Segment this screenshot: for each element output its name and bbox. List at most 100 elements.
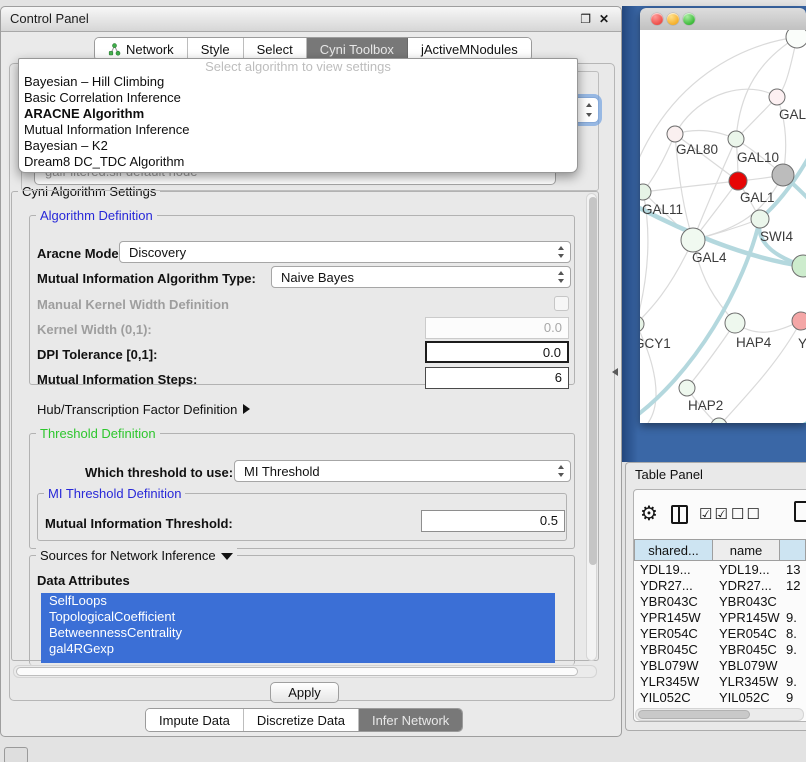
node-gal[interactable] (769, 89, 785, 105)
attribute-item-selfloops[interactable]: SelfLoops (41, 593, 555, 609)
table-cell: YBR045C (713, 642, 780, 658)
kernel-width-field[interactable]: 0.0 (425, 317, 569, 339)
scrollbar-thumb[interactable] (638, 710, 750, 719)
stepper-up-icon (586, 103, 592, 107)
scrollbar-thumb[interactable] (16, 667, 578, 676)
minimize-traffic-light-icon[interactable] (667, 13, 679, 25)
manual-kernel-width-label: Manual Kernel Width Definition (37, 297, 229, 312)
algorithm-option-basic-correlation-inference[interactable]: Basic Correlation Inference (19, 90, 577, 106)
table-cell: YIL052C (713, 690, 780, 706)
unchecked-pair-icon[interactable]: ☐☐ (731, 505, 762, 523)
table-row[interactable]: YDL19...YDL19...13 (634, 562, 806, 578)
table-rows: YDL19...YDL19...13YDR27...YDR27...12YBR0… (634, 562, 806, 707)
settings-vertical-scrollbar[interactable] (586, 193, 597, 661)
table-row[interactable]: YLR345WYLR345W9. (634, 674, 806, 690)
table-row[interactable]: YBL079WYBL079W (634, 658, 806, 674)
tab-infer-network[interactable]: Infer Network (359, 709, 462, 731)
node-gal11[interactable] (640, 184, 651, 200)
node-gray-hub[interactable] (772, 164, 794, 186)
network-edge (675, 89, 777, 134)
columns-view-icon[interactable] (671, 505, 688, 524)
close-traffic-light-icon[interactable] (651, 13, 663, 25)
screen: Control Panel ❐ ✕ NetworkStyleSelectCyni… (0, 0, 806, 762)
mi-threshold-field[interactable]: 0.5 (421, 510, 565, 532)
table-cell: YBR045C (634, 642, 713, 658)
dpi-tolerance-field[interactable]: 0.0 (425, 341, 569, 363)
node-gal1[interactable] (729, 172, 747, 190)
algorithm-option-dream8-dc-tdc-algorithm[interactable]: Dream8 DC_TDC Algorithm (19, 154, 577, 170)
tab-jactivemnodules[interactable]: jActiveMNodules (408, 38, 531, 60)
column-header-col2[interactable] (780, 539, 806, 561)
algorithm-option-bayesian-hill-climbing[interactable]: Bayesian – Hill Climbing (19, 74, 577, 90)
algorithm-option-bayesian-k2[interactable]: Bayesian – K2 (19, 138, 577, 154)
column-header-shared[interactable]: shared... (634, 539, 713, 561)
algorithm-option-mutual-information-inference[interactable]: Mutual Information Inference (19, 122, 577, 138)
aracne-mode-combo[interactable]: Discovery (119, 241, 571, 263)
sources-legend[interactable]: Sources for Network Inference (36, 548, 237, 563)
network-canvas[interactable]: GALGAL80GAL10GAL1GAL11SWI4GAL4GCY1HAP4YH… (640, 30, 806, 423)
apply-button[interactable]: Apply (270, 682, 339, 703)
mi-threshold-legend: MI Threshold Definition (44, 486, 185, 501)
attribute-item-gal4rgexp[interactable]: gal4RGexp (41, 641, 555, 657)
checked-pair-icon[interactable]: ☑☑ (699, 505, 730, 523)
aracne-mode-label: Aracne Mode: (37, 246, 123, 261)
node-label-hap2: HAP2 (688, 398, 723, 413)
tab-cyni-toolbox[interactable]: Cyni Toolbox (307, 38, 408, 60)
node-gcy1[interactable] (640, 316, 644, 332)
zoom-traffic-light-icon[interactable] (683, 13, 695, 25)
node-top-partial[interactable] (786, 30, 806, 48)
node-gal4[interactable] (681, 228, 705, 252)
tab-label: Discretize Data (257, 713, 345, 728)
manual-kernel-width-checkbox[interactable] (554, 296, 569, 311)
table-cell: YER054C (713, 626, 780, 642)
node-gal80[interactable] (667, 126, 683, 142)
node-bottom[interactable] (711, 418, 727, 423)
algorithm-option-aracne-algorithm[interactable]: ARACNE Algorithm (19, 106, 577, 122)
tab-style[interactable]: Style (188, 38, 244, 60)
network-view-window: GALGAL80GAL10GAL1GAL11SWI4GAL4GCY1HAP4YH… (640, 8, 806, 423)
node-label-hap4: HAP4 (736, 335, 772, 350)
control-panel-titlebar[interactable]: Control Panel ❐ ✕ (1, 7, 621, 32)
tab-discretize-data[interactable]: Discretize Data (244, 709, 359, 731)
mi-steps-field[interactable]: 6 (425, 367, 569, 389)
node-gal10[interactable] (728, 131, 744, 147)
settings-horizontal-scrollbar[interactable] (13, 665, 597, 678)
table-cell: YBL079W (634, 658, 713, 674)
close-window-icon[interactable]: ✕ (599, 12, 609, 26)
table-row[interactable]: YDR27...YDR27...12 (634, 578, 806, 594)
tab-network[interactable]: Network (95, 38, 188, 60)
attribute-item-betweennesscentrality[interactable]: BetweennessCentrality (41, 625, 555, 641)
column-header-name[interactable]: name (713, 539, 780, 561)
node-y[interactable] (792, 312, 806, 330)
splitpane-collapse-arrow[interactable] (612, 368, 618, 376)
table-row[interactable]: YPR145WYPR145W9. (634, 610, 806, 626)
table-cell: YIL052C (634, 690, 713, 706)
float-window-icon[interactable]: ❐ (580, 12, 591, 26)
node-label-y: Y (798, 336, 806, 351)
node-swi4[interactable] (751, 210, 769, 228)
table-row[interactable]: YBR045CYBR045C9. (634, 642, 806, 658)
table-horizontal-scrollbar[interactable] (635, 708, 804, 721)
which-threshold-combo[interactable]: MI Threshold (234, 460, 571, 482)
table-row[interactable]: YER054CYER054C8. (634, 626, 806, 642)
node-label-gal4: GAL4 (692, 250, 727, 265)
table-row[interactable]: YIL052CYIL052C9 (634, 690, 806, 706)
network-window-titlebar[interactable] (640, 8, 806, 31)
hub-definition-toggle[interactable]: Hub/Transcription Factor Definition (37, 402, 250, 417)
node-right-green[interactable] (792, 255, 806, 277)
document-icon[interactable] (794, 501, 806, 522)
tab-select[interactable]: Select (244, 38, 307, 60)
minimized-panel-icon[interactable] (4, 747, 28, 762)
table-cell: YPR145W (713, 610, 780, 626)
table-cell: 9 (780, 690, 806, 706)
node-hap2[interactable] (679, 380, 695, 396)
scrollbar-thumb[interactable] (589, 197, 597, 565)
tab-impute-data[interactable]: Impute Data (146, 709, 244, 731)
gear-icon[interactable]: ⚙ (640, 501, 658, 526)
data-attributes-list[interactable]: SelfLoopsTopologicalCoefficientBetweenne… (41, 593, 555, 663)
node-hap4[interactable] (725, 313, 745, 333)
mi-algorithm-type-combo[interactable]: Naive Bayes (271, 266, 571, 288)
attribute-item-topologicalcoefficient[interactable]: TopologicalCoefficient (41, 609, 555, 625)
table-row[interactable]: YBR043CYBR043C (634, 594, 806, 610)
control-panel-title: Control Panel (10, 11, 89, 26)
